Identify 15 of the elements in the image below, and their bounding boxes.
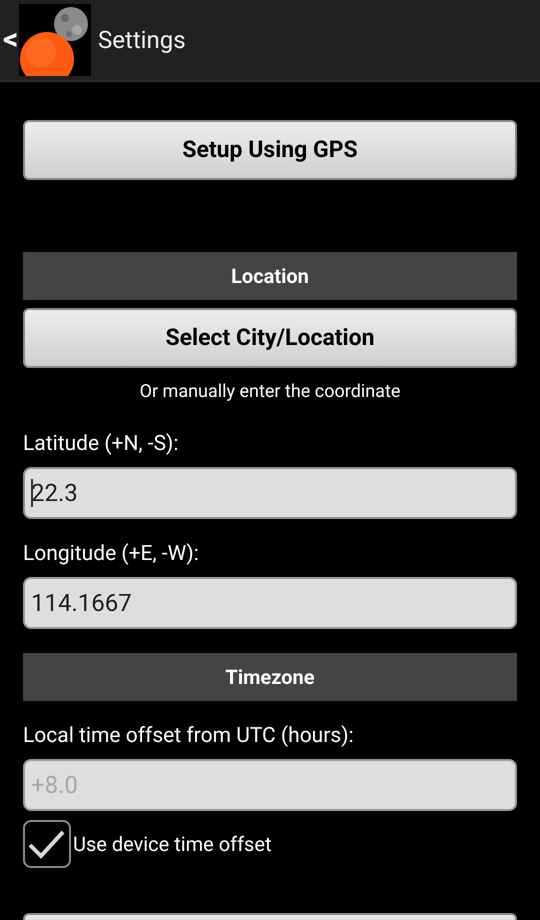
section-header: Timezone: [23, 653, 517, 701]
checkbox[interactable]: [23, 820, 71, 868]
section-header: Location: [23, 252, 517, 300]
screen-title: Settings: [98, 25, 186, 56]
field-label: Longitude (+E, -W):: [23, 541, 200, 567]
text-cursor: [31, 479, 33, 507]
action-button[interactable]: Select City/Location: [23, 308, 517, 368]
input-field[interactable]: 22.3: [23, 467, 517, 519]
hint-text: Or manually enter the coordinate: [138, 380, 402, 404]
action-button[interactable]: Setup Using GPS: [23, 120, 517, 180]
field-label: Local time offset from UTC (hours):: [23, 723, 355, 749]
back-icon[interactable]: <: [3, 25, 19, 55]
field-label: Latitude (+N, -S):: [23, 431, 180, 457]
input-field[interactable]: 114.1667: [23, 577, 517, 629]
checkbox-label: Use device time offset: [73, 831, 272, 858]
